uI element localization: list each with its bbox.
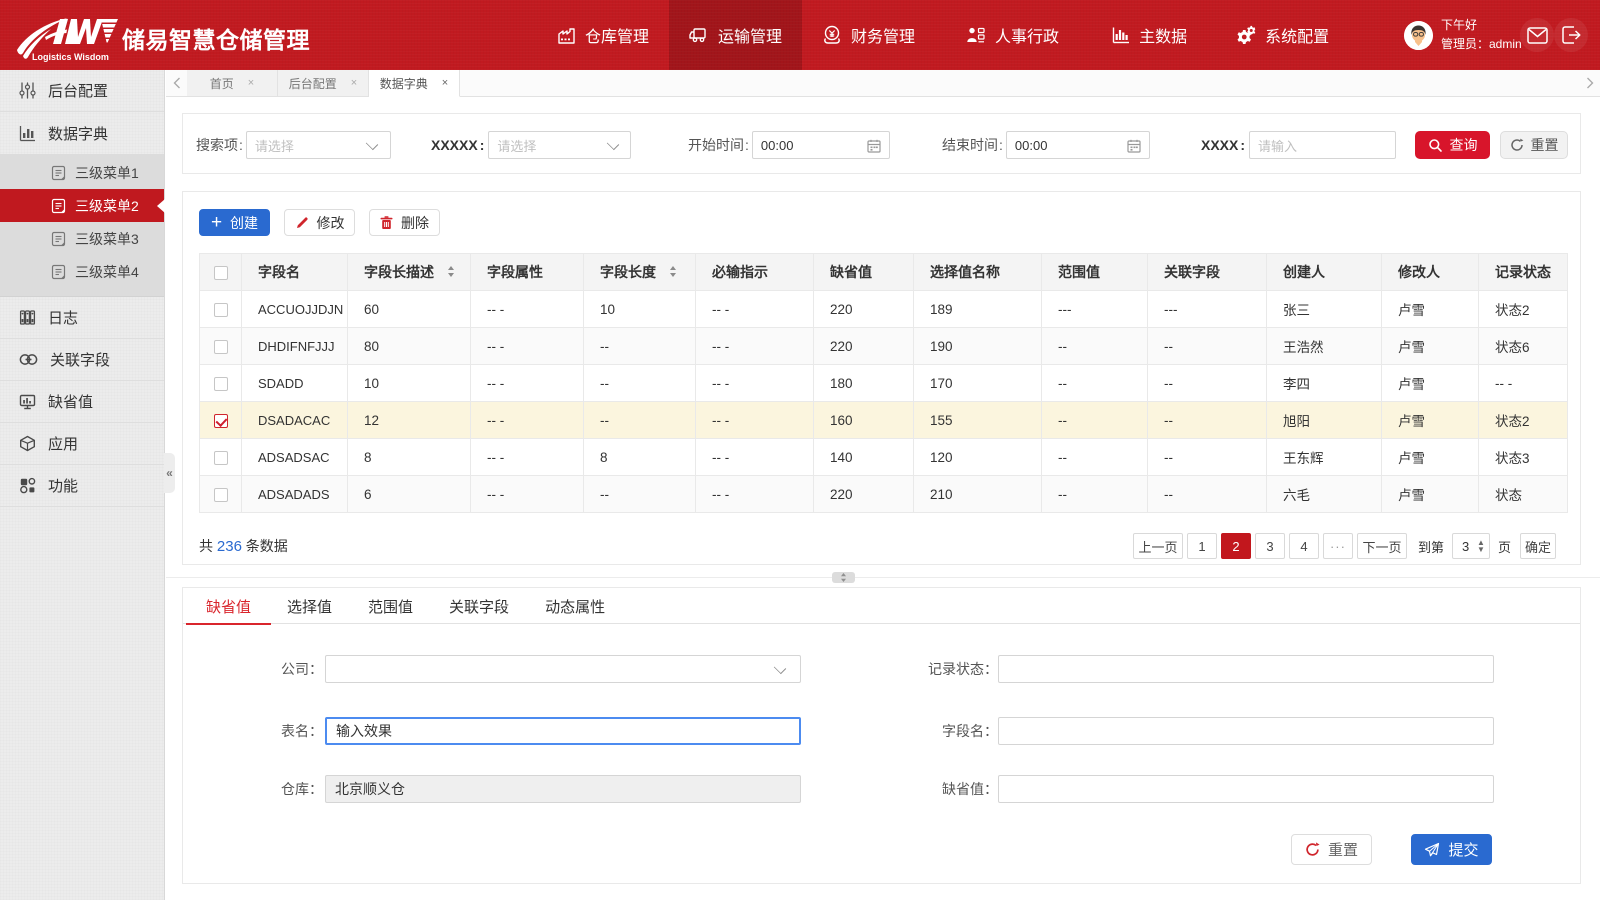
svg-text:Logistics Wisdom: Logistics Wisdom — [32, 52, 109, 62]
